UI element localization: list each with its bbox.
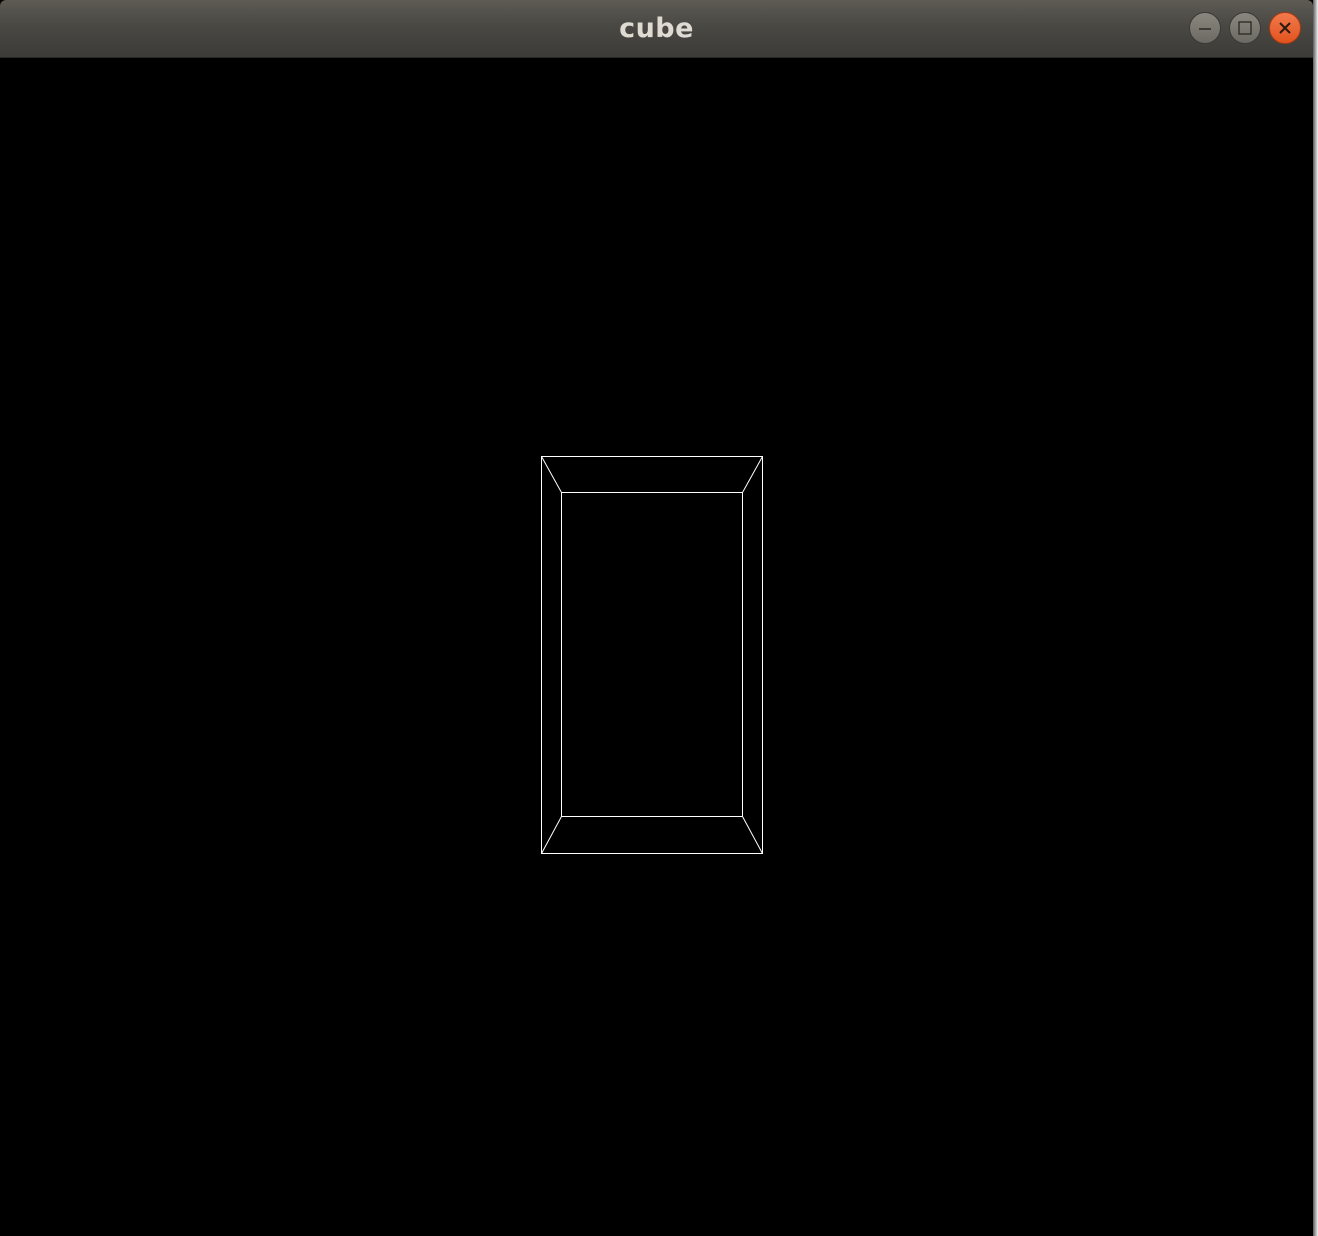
app-window: cube (0, 0, 1313, 1236)
title-bar[interactable]: cube (0, 0, 1313, 58)
cube-edge-top-left (541, 456, 562, 493)
cube-edge-top-right (742, 456, 763, 493)
window-title: cube (619, 13, 694, 44)
cube-wireframe (541, 456, 763, 854)
minimize-button[interactable] (1189, 12, 1221, 44)
render-viewport[interactable] (0, 58, 1313, 1236)
minimize-icon (1199, 28, 1211, 30)
close-button[interactable] (1269, 12, 1301, 44)
cube-edge-bottom-left (541, 816, 562, 854)
desktop-edge (1313, 0, 1318, 1236)
cube-front-face (541, 456, 763, 854)
maximize-icon (1238, 21, 1252, 35)
close-icon (1279, 22, 1291, 34)
cube-edge-bottom-right (742, 816, 763, 854)
cube-back-face (561, 492, 743, 817)
maximize-button[interactable] (1229, 12, 1261, 44)
